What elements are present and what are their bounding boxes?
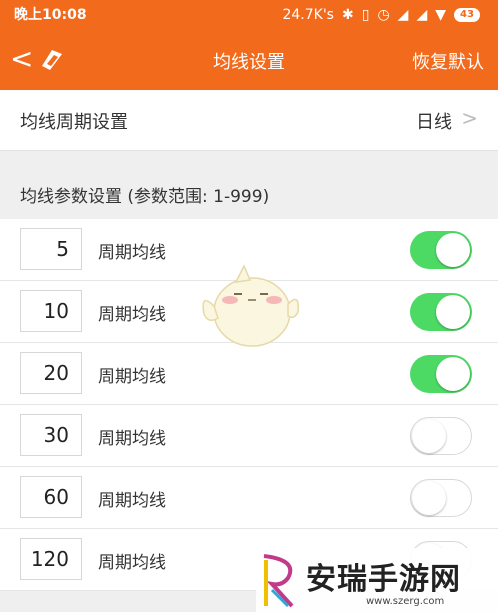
ma-toggle[interactable] [410,479,472,517]
ma-period-input[interactable]: 120 [20,538,82,580]
ma-period-input[interactable]: 10 [20,290,82,332]
watermark-url: www.szerg.com [366,596,445,607]
ma-toggle[interactable] [410,293,472,331]
ma-row-30: 30 周期均线 [0,405,498,467]
ma-row-label: 周期均线 [98,553,166,573]
nav-bar: < 均线设置 恢复默认 [0,30,498,90]
chevron-right-icon: > [461,106,478,130]
network-speed: 24.7K's [282,7,334,23]
ma-row-label: 周期均线 [98,305,166,325]
ma-toggle[interactable] [410,417,472,455]
alarm-icon: ◷ [377,7,390,23]
section-header-text: 均线参数设置 (参数范围: 1-999) [20,187,270,207]
ma-row-label: 周期均线 [98,429,166,449]
toggle-knob [436,295,470,329]
site-watermark: 安瑞手游网 www.szerg.com [256,548,498,612]
toggle-knob [412,481,446,515]
ma-period-input[interactable]: 20 [20,352,82,394]
section-header: 均线参数设置 (参数范围: 1-999) [0,152,498,218]
reset-default-button[interactable]: 恢复默认 [412,48,484,74]
watermark-text: 安瑞手游网 [306,562,461,597]
ma-row-label: 周期均线 [98,243,166,263]
ma-row-label: 周期均线 [98,491,166,511]
toggle-knob [436,357,470,391]
vibrate-icon: ▯ [361,7,370,23]
status-time: 晚上10:08 [14,7,87,23]
signal-icon-2: ◢ [416,7,428,23]
period-setting-row[interactable]: 均线周期设置 日线 > [0,90,498,151]
watermark-logo-icon [263,554,294,608]
ma-row-label: 周期均线 [98,367,166,387]
bluetooth-icon: ✱ [341,7,354,23]
app-header: 晚上10:08 24.7K's ✱ ▯ ◷ ◢ ◢ ▼ 43 < 均线设置 恢复… [0,0,498,90]
wifi-icon: ▼ [435,7,446,23]
battery-icon: 43 [454,8,480,22]
signal-icon: ◢ [397,7,409,23]
toggle-knob [436,233,470,267]
ma-row-20: 20 周期均线 [0,343,498,405]
status-icons: 24.7K's ✱ ▯ ◷ ◢ ◢ ▼ 43 [282,0,480,30]
ma-period-input[interactable]: 5 [20,228,82,270]
ma-period-input[interactable]: 30 [20,414,82,456]
ma-toggle[interactable] [410,231,472,269]
ma-period-input[interactable]: 60 [20,476,82,518]
mascot-sticker-icon [202,264,300,347]
ma-row-60: 60 周期均线 [0,467,498,529]
period-setting-value: 日线 [416,112,452,133]
toggle-knob [412,419,446,453]
period-setting-label: 均线周期设置 [20,112,128,133]
ma-toggle[interactable] [410,355,472,393]
status-bar: 晚上10:08 24.7K's ✱ ▯ ◷ ◢ ◢ ▼ 43 [0,0,498,30]
